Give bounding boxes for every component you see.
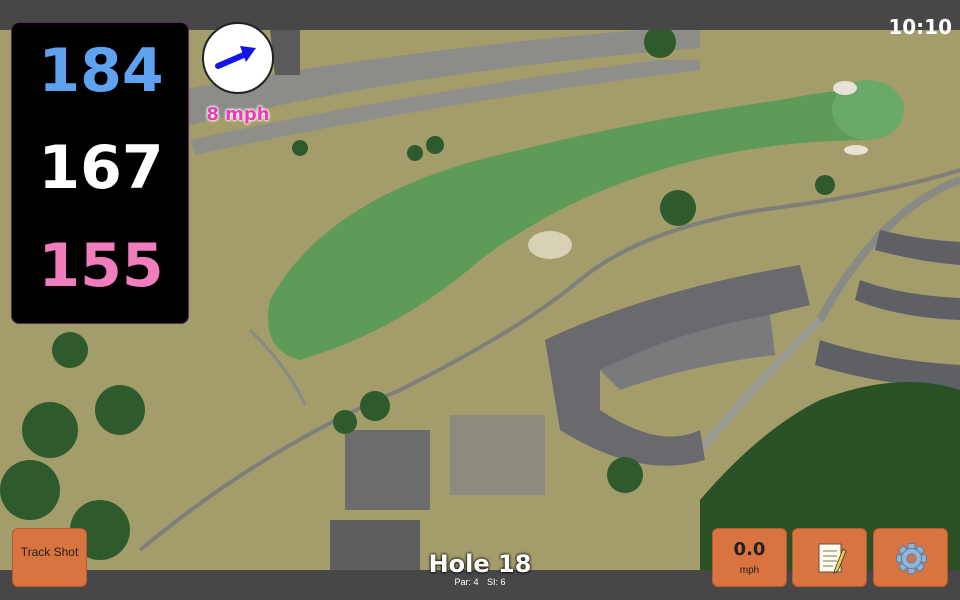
- notes-button[interactable]: [792, 528, 867, 587]
- back-distance: 184: [38, 36, 164, 106]
- distance-panel: 184 167 155: [11, 22, 189, 324]
- wind-speed-label: 8 mph: [206, 104, 270, 125]
- track-shot-button[interactable]: Track Shot: [12, 528, 87, 587]
- wind-indicator: [202, 22, 274, 94]
- hole-title: Hole 18: [428, 550, 532, 578]
- center-distance: 167: [38, 133, 164, 203]
- notepad-icon: [818, 543, 847, 574]
- hole-par: Par: 4: [454, 577, 479, 587]
- gear-icon: [896, 543, 927, 574]
- settings-button[interactable]: [873, 528, 948, 587]
- speed-unit: mph: [739, 565, 760, 576]
- front-distance: 155: [38, 231, 164, 301]
- hole-stroke-index: SI: 6: [487, 577, 506, 587]
- wind-arrow-icon: [215, 46, 256, 69]
- speed-button[interactable]: 0.0 mph: [712, 528, 787, 587]
- hole-info: Par: 4 SI: 6: [380, 577, 580, 587]
- speed-value: 0.0: [733, 539, 766, 560]
- clock: 10:10: [888, 15, 952, 39]
